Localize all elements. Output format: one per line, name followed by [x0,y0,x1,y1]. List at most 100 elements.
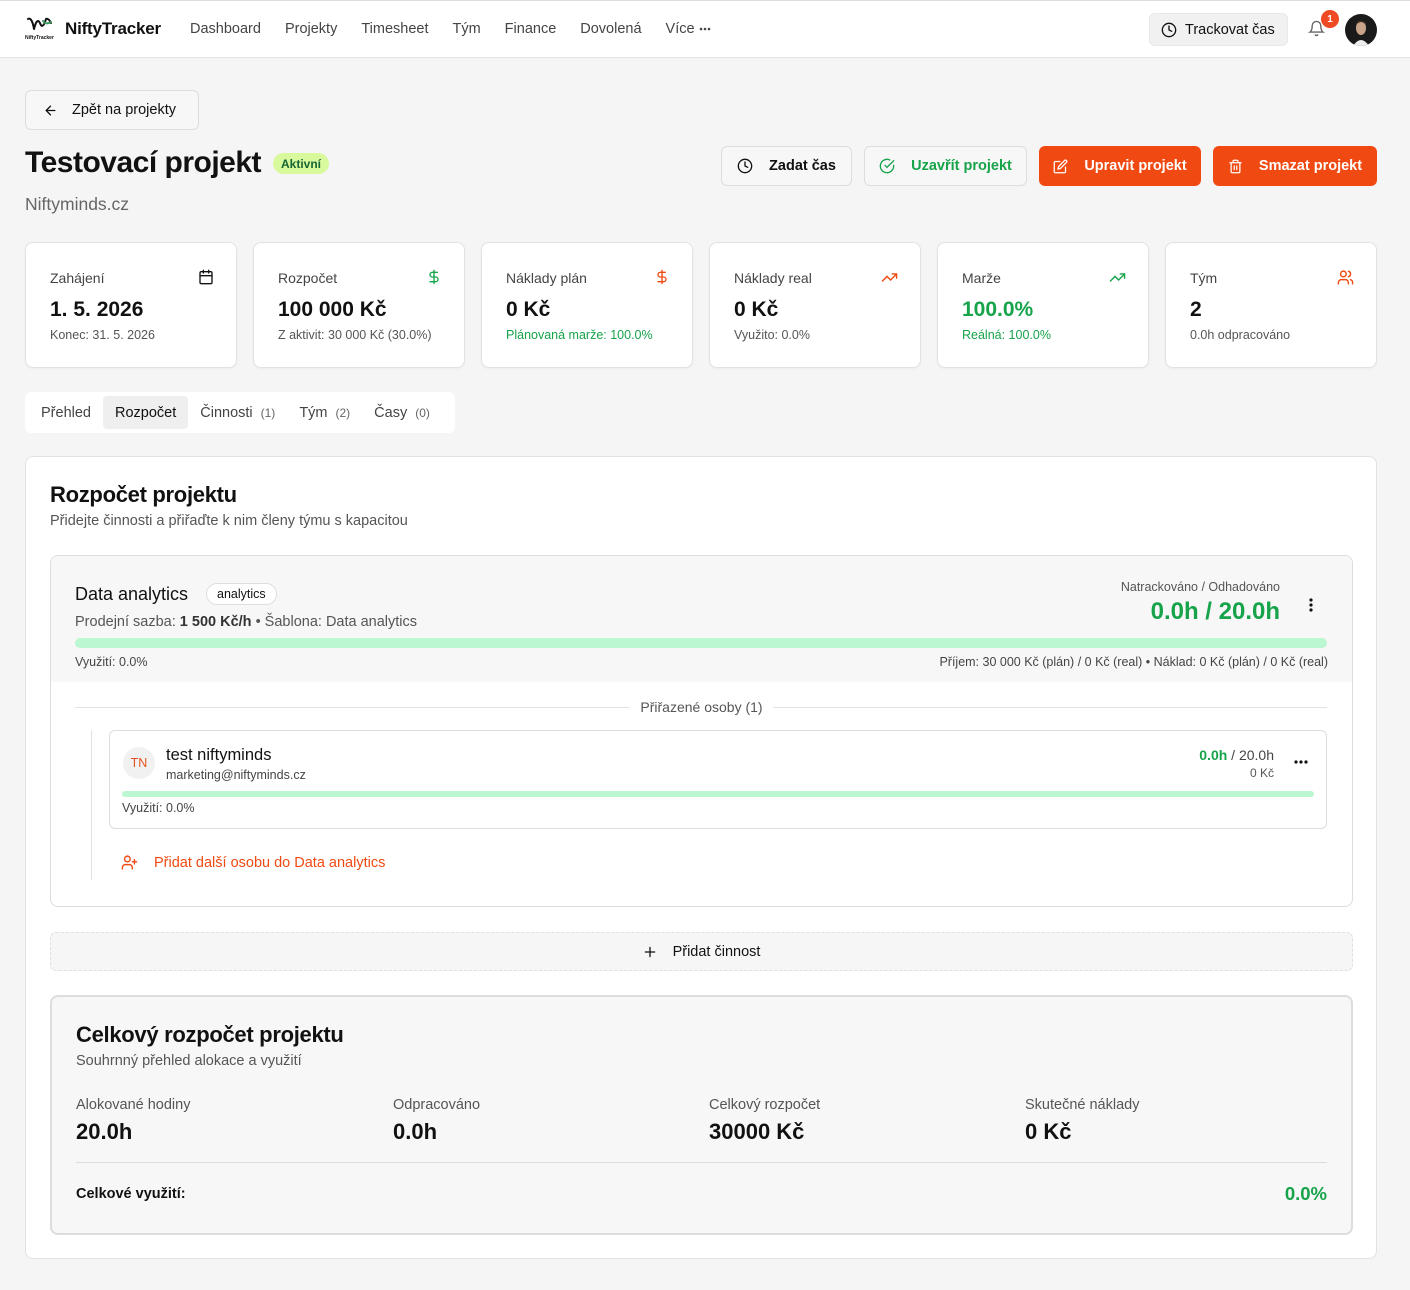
activity-template: • Šablona: Data analytics [255,614,418,630]
stat-label: Tým [1190,270,1218,286]
stat-sub: Reálná: 100.0% [962,328,1051,342]
clock-icon [737,158,753,174]
tab-activities[interactable]: Činnosti (1) [188,396,287,429]
app-name: NiftyTracker [65,19,161,38]
notification-badge: 1 [1321,10,1339,28]
plus-icon [644,946,655,957]
person-email: marketing@niftyminds.cz [166,768,306,782]
clock-icon [1161,22,1177,37]
activity-finance: Příjem: 30 000 Kč (plán) / 0 Kč (real) •… [939,655,1328,669]
budget-title: Rozpočet projektu [50,482,237,507]
assigned-text: Přiřazené osoby (1) [630,699,773,715]
activity-utilization: Využití: 0.0% [75,655,148,669]
person-hours-done: 0.0h [1199,747,1228,763]
tab-count: (1) [260,405,276,420]
nav-tym[interactable]: Tým [452,21,480,37]
stat-value: 0 Kč [734,298,779,321]
dollar-icon [429,269,439,285]
nav-timesheet[interactable]: Timesheet [361,21,428,37]
check-circle-icon [879,158,895,174]
rate-label: Prodejní sazba: [75,614,176,630]
tab-times[interactable]: Časy (0) [362,396,442,429]
log-time-button[interactable]: Zadat čas [721,146,852,186]
summary-total-budget: Celkový rozpočet 30000 Kč [709,1097,820,1145]
tab-count: (0) [415,405,430,420]
tab-label: Rozpočet [114,404,177,421]
edit-project-button[interactable]: Upravit projekt [1039,146,1201,186]
trending-up-icon [1109,273,1126,282]
close-project-button[interactable]: Uzavřít projekt [864,146,1027,186]
tracked-label: Natrackováno / Odhadováno [1120,580,1280,594]
stat-value: 100 000 Kč [278,298,387,321]
user-avatar[interactable] [1345,14,1377,46]
person-hours-total: / 20.0h [1231,747,1274,763]
tab-team[interactable]: Tým (2) [287,396,362,429]
app-logo[interactable]: NiftyTracker NiftyTracker [25,15,161,43]
summary-worked: Odpracováno 0.0h [393,1097,480,1145]
nav-projekty[interactable]: Projekty [285,21,337,37]
activity-progress-bar [75,638,1327,648]
add-activity-label: Přidat činnost [672,943,761,960]
summary-label: Alokované hodiny [76,1097,191,1113]
stat-card-team: Tým 2 0.0h odpracováno [1165,242,1377,368]
person-avatar: TN [123,747,155,779]
summary-title: Celkový rozpočet projektu [76,1022,344,1047]
more-horizontal-icon [699,27,710,31]
tree-line [91,840,92,880]
stat-value: 100.0% [962,298,1034,321]
person-hours: 0.0h / 20.0h [1199,747,1274,763]
person-utilization: Využití: 0.0% [122,801,195,815]
summary-label: Skutečné náklady [1025,1097,1140,1113]
tab-label: Časy [374,404,408,421]
nav-dashboard[interactable]: Dashboard [190,21,261,37]
activity-name: Data analytics [75,584,189,604]
summary-divider [76,1162,1327,1163]
delete-project-button[interactable]: Smazat projekt [1213,146,1377,186]
trending-up-icon [881,273,898,282]
stat-label: Náklady plán [506,270,587,286]
nav-finance[interactable]: Finance [505,21,557,37]
assigned-person-card: TN test niftyminds marketing@niftyminds.… [109,730,1327,829]
logo-small-text: NiftyTracker [25,35,54,41]
track-time-button[interactable]: Trackovat čas [1149,13,1288,46]
add-person-label: Přidat další osobu do Data analytics [154,854,386,871]
nav-dovolena[interactable]: Dovolená [580,21,641,37]
stat-sub: Z aktivit: 30 000 Kč (30.0%) [278,328,432,342]
add-activity-button[interactable]: Přidat činnost [50,932,1353,971]
track-time-label: Trackovat čas [1185,21,1275,38]
edit-project-label: Upravit projekt [1084,158,1187,174]
add-person-button[interactable]: Přidat další osobu do Data analytics [121,854,385,871]
project-title: Testovací projekt [25,146,262,179]
stat-card-start: Zahájení 1. 5. 2026 Konec: 31. 5. 2026 [25,242,237,368]
nav-more-label: Více [665,21,695,37]
assigned-persons-label: Přiřazené osoby (1) [51,699,1352,715]
tab-budget[interactable]: Rozpočet [102,396,189,429]
tree-line [91,730,92,856]
tab-count: (2) [335,405,351,420]
log-time-label: Zadat čas [769,158,836,174]
tab-label: Přehled [41,404,91,421]
top-navbar: NiftyTracker NiftyTracker Dashboard Proj… [0,0,1410,58]
tab-overview[interactable]: Přehled [29,396,103,429]
stat-card-budget: Rozpočet 100 000 Kč Z aktivit: 30 000 Kč… [253,242,465,368]
more-horizontal-icon[interactable] [1294,760,1308,764]
calendar-icon [199,269,213,285]
activity-tag: analytics [206,583,277,605]
stat-sub: 0.0h odpracováno [1190,328,1291,342]
activity-rate: Prodejní sazba: 1 500 Kč/h • Šablona: Da… [75,614,417,630]
edit-icon [1053,159,1068,173]
stat-label: Rozpočet [278,270,338,286]
stat-label: Náklady real [734,270,812,286]
stat-value: 2 [1190,298,1202,321]
main-nav: Dashboard Projekty Timesheet Tým Finance… [190,21,711,37]
more-vertical-icon[interactable] [1307,597,1315,613]
users-icon [1337,270,1354,285]
user-plus-icon [121,855,138,870]
stat-value: 1. 5. 2026 [50,298,144,321]
summary-label: Celkový rozpočet [709,1097,821,1113]
stat-label: Zahájení [50,270,105,286]
close-project-label: Uzavřít projekt [911,158,1012,174]
back-to-projects-button[interactable]: Zpět na projekty [25,90,199,130]
nav-more[interactable]: Více [666,21,711,37]
activity-card: Data analytics analytics Prodejní sazba:… [50,555,1353,907]
